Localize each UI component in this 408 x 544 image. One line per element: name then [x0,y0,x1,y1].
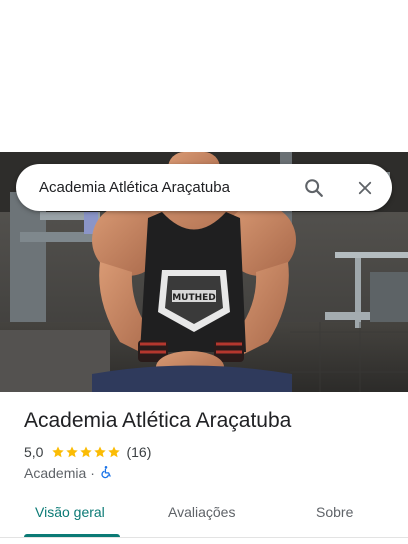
tab-overview[interactable]: Visão geral [35,504,105,520]
rating-stars [51,445,121,459]
wheelchair-icon [99,465,113,482]
place-tabs: Visão geral Avaliações Sobre [0,494,408,538]
search-bar[interactable]: Academia Atlética Araçatuba [16,164,392,211]
search-input[interactable]: Academia Atlética Araçatuba [39,179,300,196]
category-row: Academia · [24,463,394,483]
rating-value: 5,0 [24,444,44,460]
place-info: Academia Atlética Araçatuba 5,0 (16) Aca… [24,406,394,483]
star-icon [52,446,65,458]
tab-about[interactable]: Sobre [316,504,353,520]
place-title: Academia Atlética Araçatuba [24,409,292,432]
rating-row[interactable]: 5,0 (16) [24,442,394,462]
place-page: MUTHED Academia Atlética Araçatuba Acade… [0,0,408,544]
close-icon[interactable] [351,174,379,202]
tabs-divider [0,537,408,538]
star-icon [108,446,121,458]
shirt-logo-text: MUTHED [172,293,216,303]
separator-dot: · [90,465,95,481]
star-icon [80,446,93,458]
place-category: Academia [24,465,87,481]
search-icon[interactable] [300,174,328,202]
tab-reviews[interactable]: Avaliações [168,504,235,520]
star-icon [94,446,107,458]
star-icon [66,446,79,458]
review-count: (16) [126,444,152,460]
